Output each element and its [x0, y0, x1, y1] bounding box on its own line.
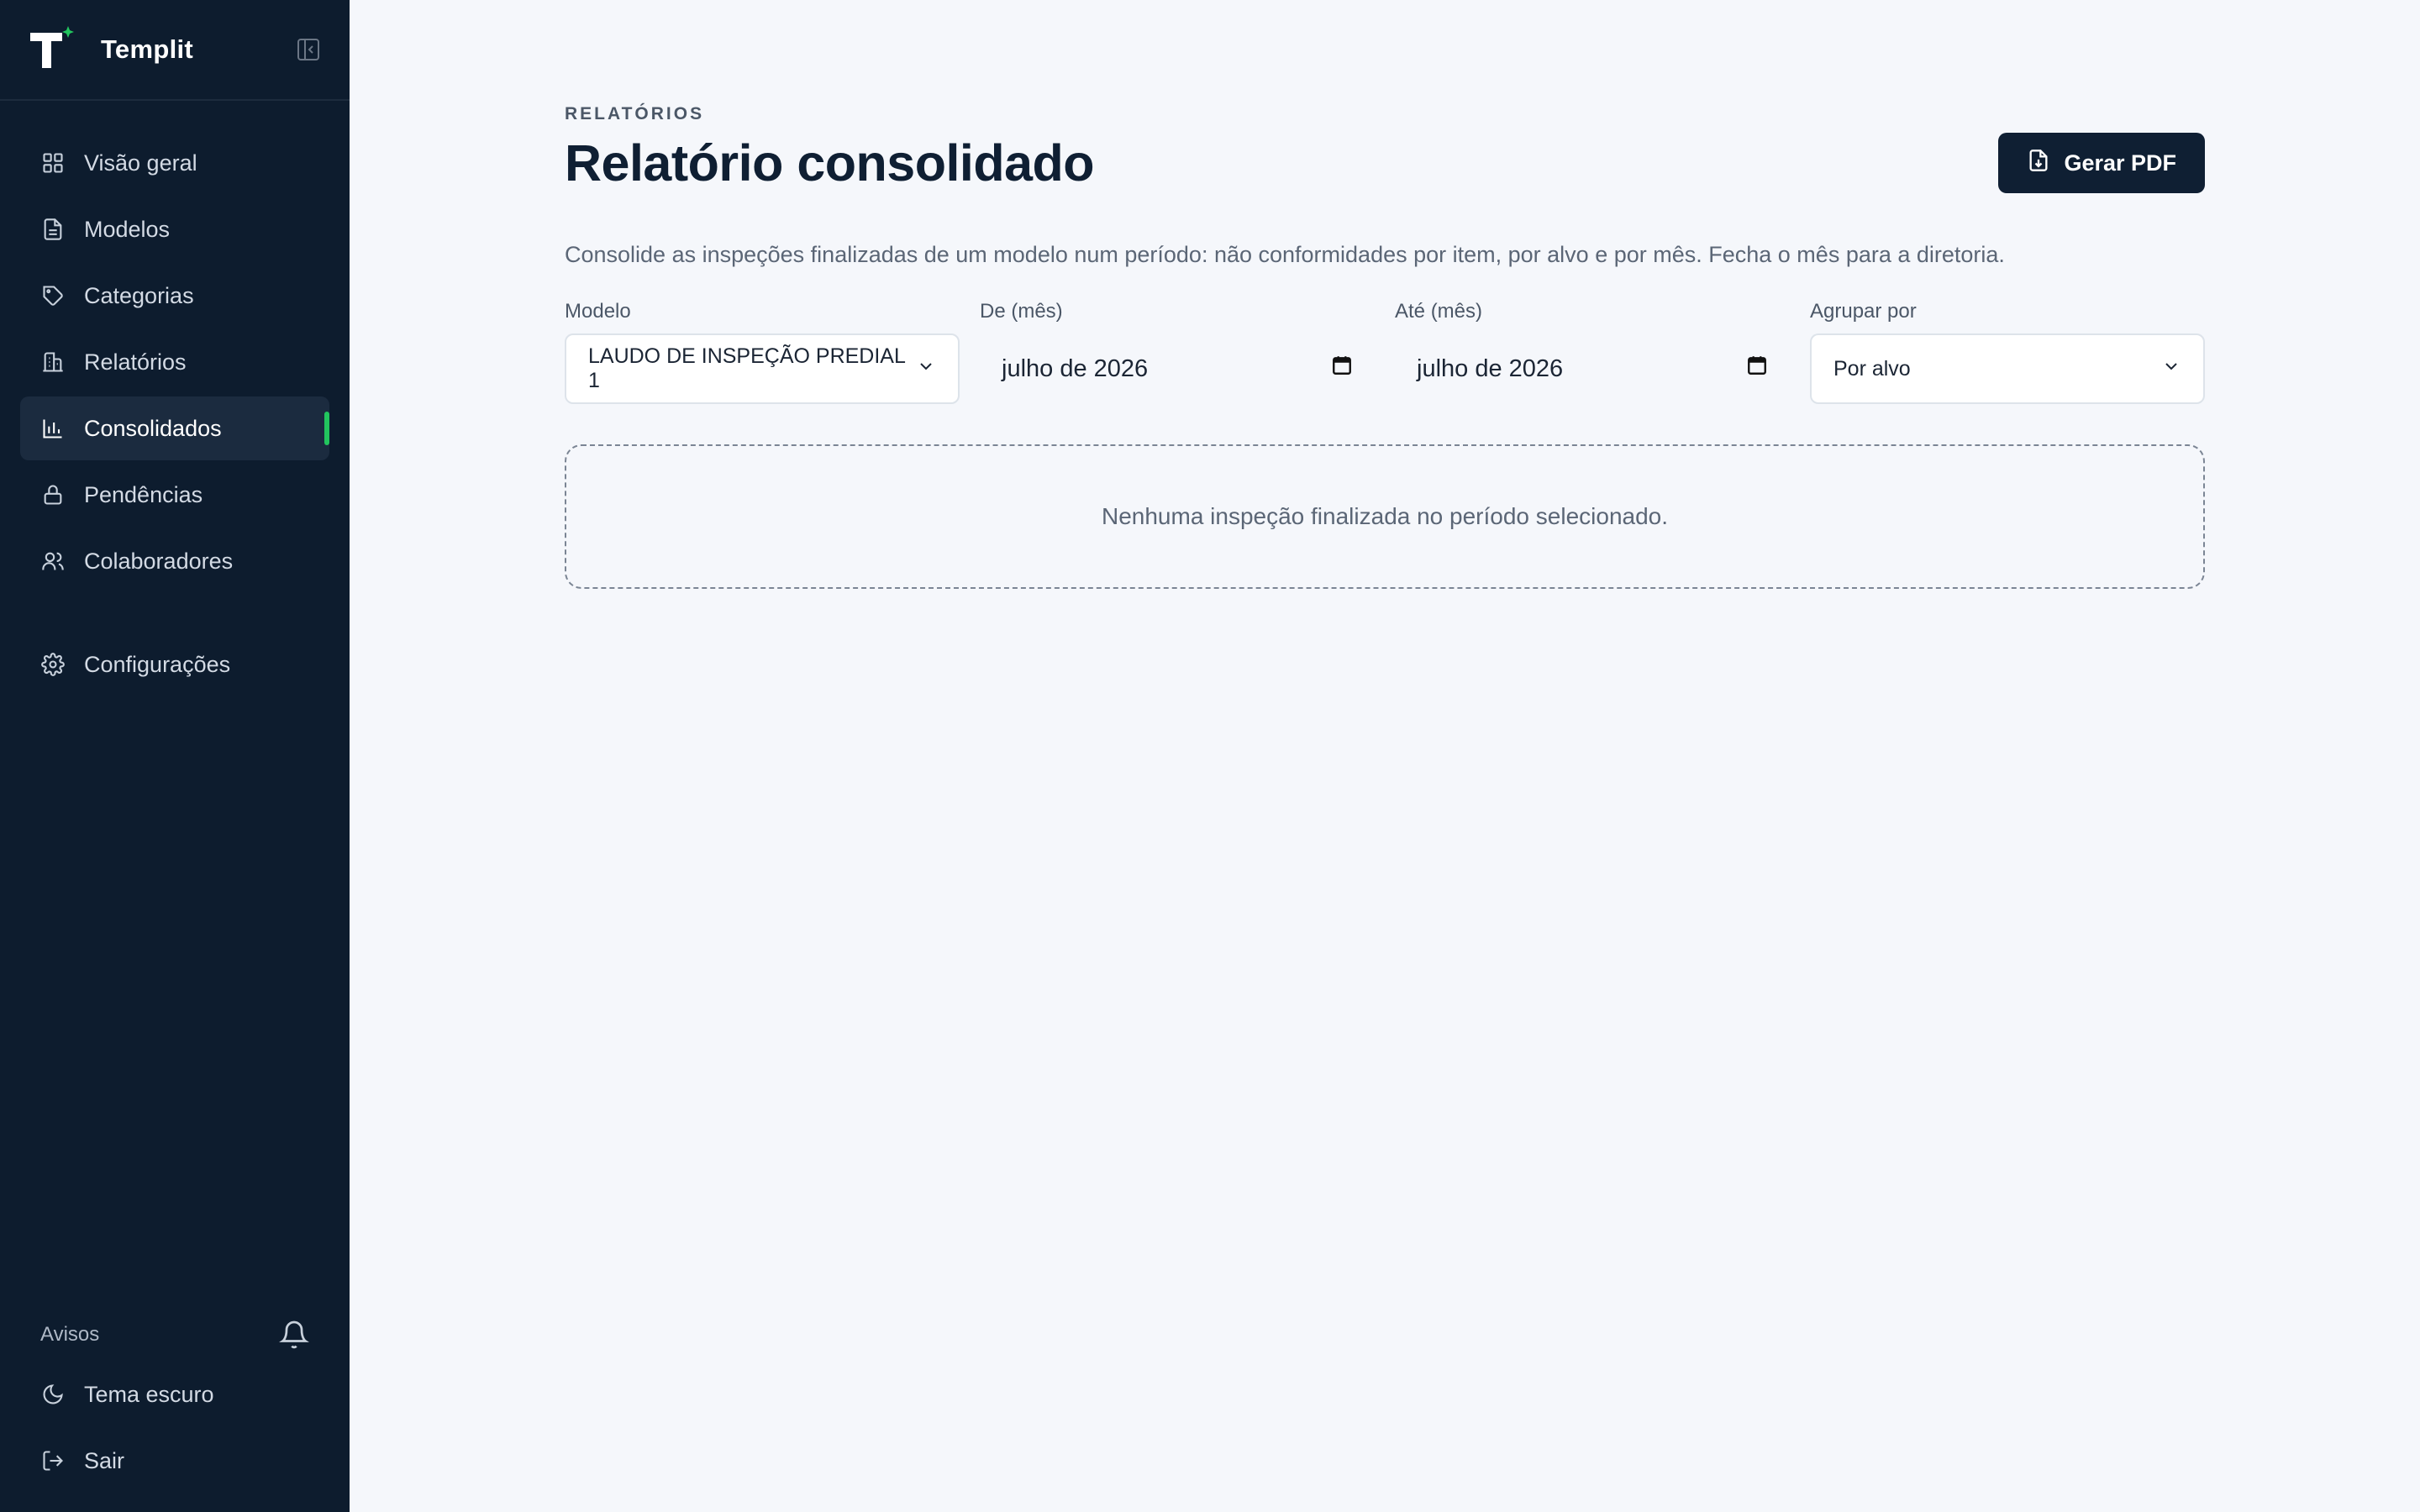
model-field: Modelo LAUDO DE INSPEÇÃO PREDIAL 1 [565, 300, 960, 404]
sidebar-item-label: Modelos [84, 216, 171, 242]
sidebar-item-pendencias[interactable]: Pendências [20, 463, 329, 527]
sidebar-item-configuracoes[interactable]: Configurações [20, 633, 329, 696]
sidebar-nav: Visão geral Modelos Categorias Relatório… [0, 101, 350, 699]
theme-label: Tema escuro [84, 1381, 214, 1407]
sidebar-item-label: Visão geral [84, 150, 197, 176]
sidebar-item-label: Consolidados [84, 415, 222, 441]
sidebar-item-label: Colaboradores [84, 548, 234, 574]
gear-icon [40, 652, 66, 677]
logout-label: Sair [84, 1447, 125, 1473]
model-value: LAUDO DE INSPEÇÃO PREDIAL 1 [588, 344, 905, 392]
main-content: RELATÓRIOS Relatório consolidado Gerar P… [350, 0, 2420, 1512]
model-select[interactable]: LAUDO DE INSPEÇÃO PREDIAL 1 [565, 333, 960, 404]
sidebar: Templit Visão geral Modelos Categorias R… [0, 0, 350, 1512]
logout-button[interactable]: Sair [20, 1429, 329, 1493]
file-download-icon [2027, 149, 2050, 178]
sidebar-item-categorias[interactable]: Categorias [20, 264, 329, 328]
calendar-icon[interactable] [1331, 354, 1353, 383]
model-label: Modelo [565, 300, 631, 323]
grid-icon [40, 150, 66, 176]
sidebar-item-label: Categorias [84, 282, 194, 308]
empty-state-message: Nenhuma inspeção finalizada no período s… [1101, 503, 1669, 529]
from-month-field: De (mês) julho de 2026 [980, 300, 1375, 404]
chevron-down-icon [916, 356, 936, 382]
lock-icon [40, 482, 66, 507]
from-month-value: julho de 2026 [1002, 354, 1149, 382]
filters-row: Modelo LAUDO DE INSPEÇÃO PREDIAL 1 De (m… [565, 300, 2205, 404]
building-icon [40, 349, 66, 375]
empty-state: Nenhuma inspeção finalizada no período s… [565, 444, 2205, 589]
sidebar-item-label: Pendências [84, 481, 203, 507]
brand: Templit [0, 0, 350, 101]
group-by-value: Por alvo [1833, 356, 1911, 381]
chevron-down-icon [2161, 356, 2181, 382]
tag-icon [40, 283, 66, 308]
page-title: Relatório consolidado [565, 134, 1095, 192]
generate-pdf-label: Gerar PDF [2064, 150, 2176, 176]
breadcrumb: RELATÓRIOS [565, 104, 705, 123]
templit-logo [29, 26, 76, 73]
sidebar-item-label: Configurações [84, 651, 231, 677]
moon-icon [40, 1382, 66, 1407]
group-by-field: Agrupar por Por alvo [1810, 300, 2205, 404]
sidebar-item-colaboradores[interactable]: Colaboradores [20, 529, 329, 593]
document-icon [40, 217, 66, 242]
sidebar-item-consolidados[interactable]: Consolidados [20, 396, 329, 460]
sidebar-item-visao-geral[interactable]: Visão geral [20, 131, 329, 195]
to-month-label: Até (mês) [1395, 300, 1483, 323]
bar-chart-icon [40, 416, 66, 441]
bell-icon[interactable] [279, 1320, 309, 1350]
generate-pdf-button[interactable]: Gerar PDF [1998, 133, 2205, 193]
notices-label: Avisos [40, 1323, 100, 1346]
group-by-select[interactable]: Por alvo [1810, 333, 2205, 404]
to-month-field: Até (mês) julho de 2026 [1395, 300, 1790, 404]
to-month-value: julho de 2026 [1417, 354, 1564, 382]
calendar-icon[interactable] [1746, 354, 1768, 383]
collapse-sidebar-icon[interactable] [296, 37, 321, 62]
page-description: Consolide as inspeções finalizadas de um… [565, 242, 2005, 267]
brand-name: Templit [101, 34, 194, 64]
sidebar-footer: Avisos Tema escuro Sair [0, 1307, 350, 1512]
group-by-label: Agrupar por [1810, 300, 1917, 323]
to-month-input[interactable]: julho de 2026 [1395, 333, 1790, 404]
from-month-label: De (mês) [980, 300, 1063, 323]
users-icon [40, 549, 66, 574]
sidebar-item-modelos[interactable]: Modelos [20, 197, 329, 261]
logout-icon [40, 1448, 66, 1473]
notices-row: Avisos [0, 1307, 350, 1362]
from-month-input[interactable]: julho de 2026 [980, 333, 1375, 404]
theme-toggle[interactable]: Tema escuro [20, 1362, 329, 1426]
sidebar-item-relatorios[interactable]: Relatórios [20, 330, 329, 394]
sidebar-item-label: Relatórios [84, 349, 187, 375]
